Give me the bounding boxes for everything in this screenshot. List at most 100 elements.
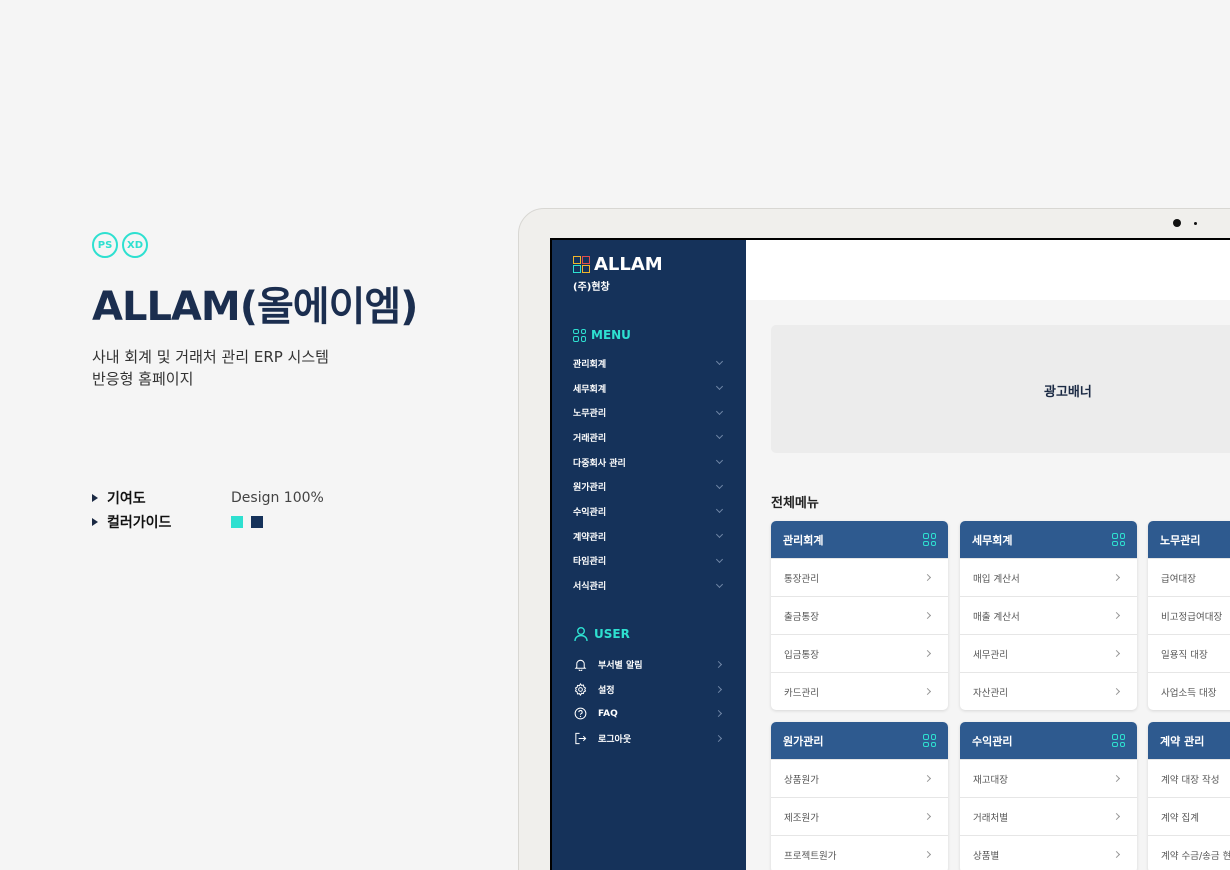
card-item[interactable]: 거래처별	[960, 797, 1137, 835]
gear-icon	[573, 682, 588, 697]
card-item-label: 입금통장	[784, 649, 819, 661]
camera-sensor	[1194, 222, 1197, 225]
card-item[interactable]: 자산관리	[960, 672, 1137, 710]
chevron-right-icon	[923, 812, 932, 821]
sidebar-item-logout[interactable]: 로그아웃	[573, 726, 725, 751]
card-item[interactable]: 출금통장	[771, 596, 948, 634]
card-item[interactable]: 일용직 대장	[1148, 634, 1230, 672]
card-item-label: 비고정급여대장	[1161, 611, 1223, 623]
sidebar-item-forms[interactable]: 서식관리	[573, 573, 725, 598]
card-item-label: 일용직 대장	[1161, 649, 1208, 661]
card-item[interactable]: 상품원가	[771, 759, 948, 797]
sidebar-item-faq[interactable]: FAQ	[573, 701, 725, 726]
camera-icon	[1173, 219, 1181, 227]
sidebar-item-labor[interactable]: 노무관리	[573, 400, 725, 425]
chevron-right-icon	[714, 734, 723, 742]
user-icon	[574, 627, 588, 642]
menu-card-management-accounting: 관리회계 통장관리 출금통장 입금통장 카드관리	[771, 521, 948, 710]
brand[interactable]: ALLAM (주)현창	[573, 254, 663, 293]
user-section-title: USER	[573, 626, 630, 642]
menu-card-contracts: 계약 관리 계약 대장 작성 계약 집계 계약 수금/송금 현	[1148, 722, 1230, 870]
project-info: 기여도 Design 100% 컬러가이드	[92, 486, 472, 534]
card-item-label: 거래처별	[973, 812, 1008, 824]
chevron-down-icon	[715, 481, 724, 489]
card-item-label: 상품원가	[784, 774, 819, 786]
chevron-down-icon	[715, 358, 724, 366]
user-menu-list: 부서별 알림 설정 FAQ 로그아웃	[573, 652, 725, 751]
menu-label: 서식관리	[573, 582, 607, 593]
user-item-label: 부서별 알림	[598, 660, 643, 671]
chevron-down-icon	[715, 432, 724, 440]
card-item[interactable]: 재고대장	[960, 759, 1137, 797]
card-header[interactable]: 원가관리	[771, 722, 948, 759]
card-item[interactable]: 상품별	[960, 835, 1137, 870]
question-icon	[573, 706, 588, 721]
project-title: ALLAM(올에이엠)	[92, 284, 418, 330]
user-item-label: 로그아웃	[598, 734, 632, 745]
grid-menu-icon	[573, 328, 586, 342]
card-item[interactable]: 계약 집계	[1148, 797, 1230, 835]
sidebar-item-cost[interactable]: 원가관리	[573, 474, 725, 499]
card-header[interactable]: 세무회계	[960, 521, 1137, 558]
card-item[interactable]: 제조원가	[771, 797, 948, 835]
sidebar-item-time[interactable]: 타임관리	[573, 549, 725, 574]
menu-card-revenue: 수익관리 재고대장 거래처별 상품별	[960, 722, 1137, 870]
sidebar-item-management-accounting[interactable]: 관리회계	[573, 351, 725, 376]
card-item[interactable]: 매출 계산서	[960, 596, 1137, 634]
menu-card-tax-accounting: 세무회계 매입 계산서 매출 계산서 세무관리 자산관리	[960, 521, 1137, 710]
color-guide-label: 컬러가이드	[107, 515, 172, 531]
card-item[interactable]: 사업소득 대장	[1148, 672, 1230, 710]
sidebar-item-revenue[interactable]: 수익관리	[573, 499, 725, 524]
color-swatches	[231, 516, 263, 528]
sidebar-item-transactions[interactable]: 거래관리	[573, 425, 725, 450]
chevron-right-icon	[923, 687, 932, 696]
user-item-label: FAQ	[598, 708, 618, 719]
card-item[interactable]: 매입 계산서	[960, 558, 1137, 596]
card-header[interactable]: 계약 관리	[1148, 722, 1230, 759]
card-title: 관리회계	[783, 533, 824, 547]
card-item-label: 세무관리	[973, 649, 1008, 661]
sidebar-item-settings[interactable]: 설정	[573, 677, 725, 702]
card-item-label: 매입 계산서	[973, 573, 1020, 585]
sidebar-item-tax-accounting[interactable]: 세무회계	[573, 376, 725, 401]
chevron-right-icon	[1112, 812, 1121, 821]
ad-banner[interactable]: 광고배너	[771, 325, 1230, 453]
card-item[interactable]: 계약 대장 작성	[1148, 759, 1230, 797]
menu-label: 수익관리	[573, 507, 607, 518]
card-item[interactable]: 통장관리	[771, 558, 948, 596]
erp-app: ALLAM (주)현창 MENU 관리회계 세무회계 노무관리 거래관리 다중회…	[552, 240, 1230, 870]
sidebar-item-contracts[interactable]: 계약관리	[573, 524, 725, 549]
menu-label: 관리회계	[573, 359, 607, 370]
card-header[interactable]: 관리회계	[771, 521, 948, 558]
menu-label: 노무관리	[573, 409, 607, 420]
card-title: 노무관리	[1160, 533, 1201, 547]
card-item-label: 통장관리	[784, 573, 819, 585]
card-item[interactable]: 계약 수금/송금 현	[1148, 835, 1230, 870]
card-title: 수익관리	[972, 734, 1013, 748]
card-item-label: 계약 수금/송금 현	[1161, 850, 1230, 862]
triangle-bullet-icon	[92, 494, 98, 502]
card-item[interactable]: 세무관리	[960, 634, 1137, 672]
menu-card-labor: 노무관리 급여대장 비고정급여대장 일용직 대장 사업소득 대장	[1148, 521, 1230, 710]
card-header[interactable]: 노무관리	[1148, 521, 1230, 558]
triangle-bullet-icon	[92, 518, 98, 526]
sidebar-item-multi-company[interactable]: 다중회사 관리	[573, 450, 725, 475]
card-title: 원가관리	[783, 734, 824, 748]
chevron-right-icon	[1112, 649, 1121, 658]
card-item[interactable]: 급여대장	[1148, 558, 1230, 596]
chevron-right-icon	[1112, 611, 1121, 620]
ps-badge: PS	[92, 232, 118, 258]
card-header[interactable]: 수익관리	[960, 722, 1137, 759]
banner-label: 광고배너	[1044, 385, 1092, 400]
laptop-mockup: ALLAM (주)현창 MENU 관리회계 세무회계 노무관리 거래관리 다중회…	[518, 208, 1230, 870]
card-item[interactable]: 입금통장	[771, 634, 948, 672]
chevron-right-icon	[923, 850, 932, 859]
tool-badges: PS XD	[92, 232, 472, 258]
card-item[interactable]: 비고정급여대장	[1148, 596, 1230, 634]
brand-name: ALLAM	[594, 254, 663, 275]
card-item[interactable]: 카드관리	[771, 672, 948, 710]
card-item[interactable]: 프로젝트원가	[771, 835, 948, 870]
sidebar-item-dept-alerts[interactable]: 부서별 알림	[573, 652, 725, 677]
card-item-label: 상품별	[973, 850, 1000, 862]
card-item-label: 재고대장	[973, 774, 1008, 786]
